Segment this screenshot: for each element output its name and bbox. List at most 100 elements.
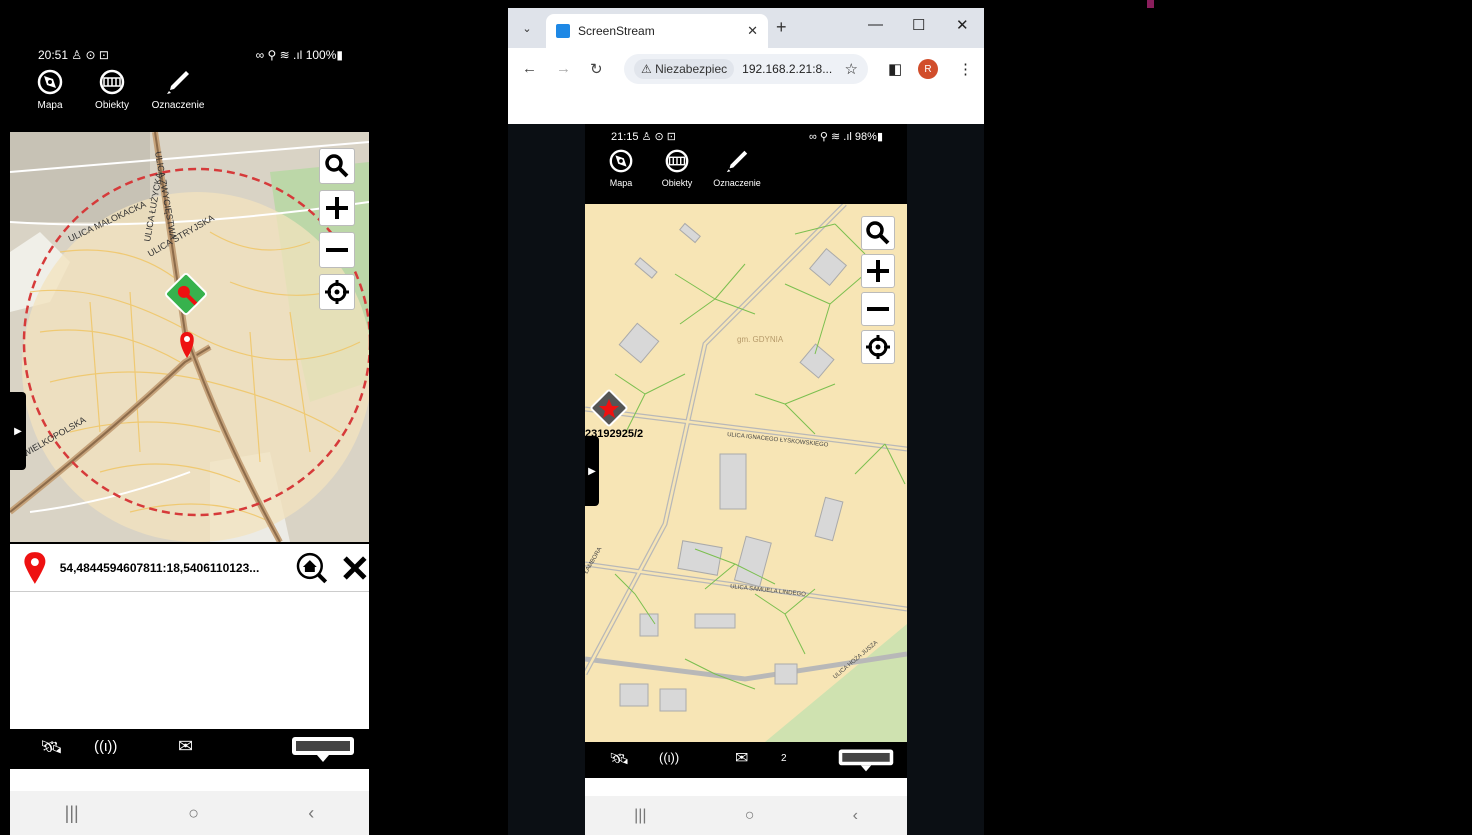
crosshair-icon [866, 335, 890, 359]
keyboard-toggle-icon[interactable] [837, 747, 895, 773]
plus-icon [867, 260, 889, 282]
map-canvas: gm. GDYNIA ULICA IGNACEGO ŁYSKOWSKIEGO U… [585, 204, 907, 742]
android-nav-bar: ||| ○ ‹ [585, 796, 907, 835]
status-left: 20:51 ♙ ⊙ ⊡ [38, 48, 109, 62]
browser-tab[interactable]: ScreenStream ✕ [546, 14, 768, 48]
profile-avatar[interactable]: R [918, 59, 938, 79]
signal-icon[interactable]: ((ι)) [659, 750, 679, 765]
page-header-area [508, 90, 984, 124]
locate-button[interactable] [861, 330, 895, 364]
side-panel-toggle[interactable]: ▶ [585, 436, 599, 506]
home-icon[interactable]: ○ [188, 803, 199, 824]
recents-icon[interactable]: ||| [634, 807, 646, 825]
objects-tool-label: Obiekty [661, 178, 693, 188]
satellite-icon[interactable]: 🛰 [40, 737, 63, 758]
recents-icon[interactable]: ||| [65, 803, 79, 824]
pen-icon [167, 71, 189, 94]
map-view[interactable]: gm. GDYNIA ULICA IGNACEGO ŁYSKOWSKIEGO U… [585, 204, 907, 742]
chevron-right-icon: ▶ [14, 425, 22, 437]
marking-tool-label: Oznaczenie [151, 100, 205, 111]
close-icon[interactable] [341, 554, 369, 582]
spacer [10, 769, 369, 791]
app-toolbar: Mapa Obiekty Oznaczenie [585, 148, 907, 204]
mail-icon[interactable]: ✉ [735, 748, 748, 768]
signal-icon[interactable]: ((ι)) [94, 738, 117, 755]
search-icon [866, 221, 890, 245]
map-tool-label: Mapa [37, 100, 63, 111]
back-icon[interactable]: ‹ [308, 803, 314, 824]
home-icon[interactable]: ○ [745, 807, 755, 825]
side-panel-icon[interactable]: ◧ [888, 60, 902, 78]
minus-icon [326, 248, 348, 252]
back-icon[interactable]: ‹ [853, 807, 858, 825]
globe-icon [665, 149, 689, 173]
objects-tool-button[interactable]: Obiekty [88, 68, 136, 132]
zoom-out-button[interactable] [319, 232, 355, 268]
plus-icon [326, 197, 348, 219]
window-close-icon[interactable]: ✕ [956, 16, 969, 34]
new-tab-button[interactable]: + [776, 17, 787, 38]
battery-level: 98% [854, 130, 877, 143]
map-tool-label: Mapa [609, 178, 633, 188]
reload-icon[interactable]: ↻ [590, 60, 603, 78]
favicon-icon [556, 24, 570, 38]
zoom-in-button[interactable] [319, 190, 355, 226]
map-search-button[interactable] [861, 216, 895, 250]
locate-button[interactable] [319, 274, 355, 310]
address-bar[interactable]: ⚠ Niezabezpiec 192.168.2.21:8... ☆ [624, 54, 868, 84]
close-icon[interactable]: ✕ [747, 23, 758, 39]
globe-icon [99, 69, 125, 95]
status-time: 21:15 [611, 130, 639, 143]
side-panel-toggle[interactable]: ▶ [10, 392, 26, 470]
pen-icon [726, 150, 748, 173]
android-nav-bar: ||| ○ ‹ [10, 791, 369, 835]
menu-icon[interactable]: ⋮ [958, 60, 973, 78]
objects-tool-label: Obiekty [95, 100, 129, 111]
status-right: ∞ ⚲ ≋ .ıl 100%▮ [255, 48, 343, 62]
map-canvas: ULICA MAŁOKACKA ULICA STRYJSKA ULICA ŁUŻ… [10, 132, 369, 542]
status-bar: 20:51 ♙ ⊙ ⊡ ∞ ⚲ ≋ .ıl 100%▮ [10, 42, 369, 68]
spacer [585, 778, 907, 796]
minimize-icon[interactable]: — [868, 16, 883, 33]
map-tool-button[interactable]: Mapa [26, 68, 74, 132]
map-view[interactable]: ULICA MAŁOKACKA ULICA STRYJSKA ULICA ŁUŻ… [10, 132, 369, 542]
corner-accent [1147, 0, 1154, 8]
map-tool-button[interactable]: Mapa [597, 148, 645, 204]
status-left: 21:15 ♙ ⊙ ⊡ [611, 130, 676, 143]
status-time: 20:51 [38, 48, 69, 62]
zoom-in-button[interactable] [861, 254, 895, 288]
search-icon [325, 154, 349, 178]
status-right: ∞ ⚲ ≋ .ıl 98%▮ [809, 130, 883, 143]
status-bar: 21:15 ♙ ⊙ ⊡ ∞ ⚲ ≋ .ıl 98%▮ [585, 124, 907, 148]
status-left-icons: ♙ ⊙ ⊡ [641, 130, 677, 143]
chevron-right-icon: ▶ [588, 465, 596, 477]
satellite-icon[interactable]: 🛰 [609, 749, 629, 769]
maximize-icon[interactable]: ☐ [912, 16, 925, 34]
security-warning-chip[interactable]: ⚠ Niezabezpiec [634, 59, 735, 79]
tab-strip: ⌄ ScreenStream ✕ + — ☐ ✕ [508, 8, 984, 48]
home-search-icon[interactable] [294, 550, 330, 586]
mail-icon[interactable]: ✉ [178, 736, 193, 757]
status-right-icons: ∞ ⚲ ≋ .ıl [255, 48, 303, 62]
message-count: 2 [781, 753, 787, 764]
marking-tool-button[interactable]: Oznaczenie [150, 68, 206, 132]
forward-arrow-icon[interactable]: → [556, 60, 571, 77]
compass-icon [37, 69, 63, 95]
star-icon[interactable]: ☆ [845, 60, 858, 78]
chevron-down-icon: ⌄ [522, 22, 532, 35]
streamed-phone-screen[interactable]: 21:15 ♙ ⊙ ⊡ ∞ ⚲ ≋ .ıl 98%▮ Mapa Obiekty … [585, 124, 907, 835]
zoom-out-button[interactable] [861, 292, 895, 326]
profile-initial: R [924, 63, 932, 75]
tab-search-button[interactable]: ⌄ [516, 17, 538, 39]
url-text[interactable]: 192.168.2.21:8... [742, 62, 840, 76]
status-right-icons: ∞ ⚲ ≋ .ıl [809, 130, 852, 143]
coordinates-text: 54,4844594607811:18,5406110123... [59, 560, 260, 575]
objects-tool-button[interactable]: Obiekty [653, 148, 701, 204]
bottom-action-bar: 🛰 ((ι)) ✉ 2 [585, 742, 907, 778]
keyboard-toggle-icon[interactable] [290, 735, 356, 763]
map-search-button[interactable] [319, 148, 355, 184]
back-arrow-icon[interactable]: ← [522, 60, 537, 77]
tab-title: ScreenStream [578, 24, 655, 38]
details-panel [10, 592, 369, 729]
marking-tool-button[interactable]: Oznaczenie [709, 148, 765, 204]
